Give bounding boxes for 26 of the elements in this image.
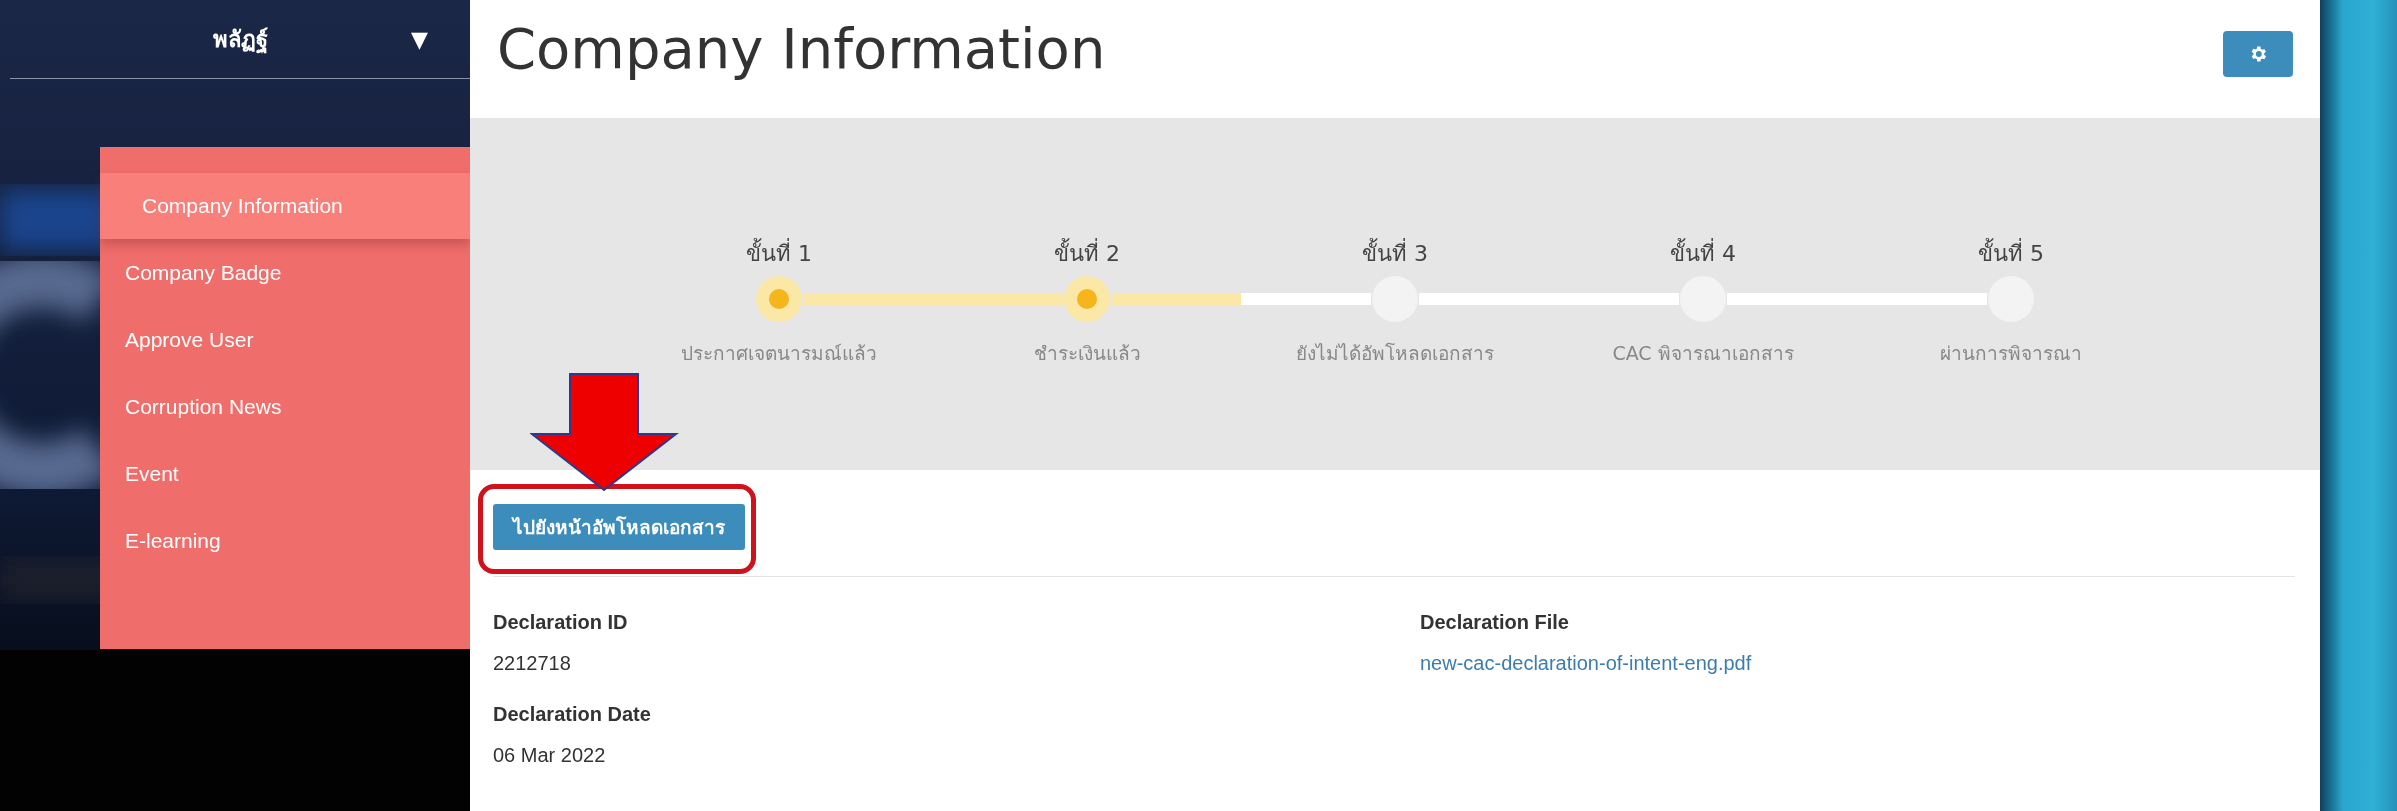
menu-item[interactable]: Approve User bbox=[100, 306, 470, 373]
dropdown-caret[interactable]: ▼ bbox=[411, 26, 428, 52]
menu-item[interactable]: Company Badge bbox=[100, 239, 470, 306]
step-caption: CAC พิจารณาเอกสาร bbox=[1612, 341, 1794, 366]
field-value: 06 Mar 2022 bbox=[493, 744, 607, 767]
field-value: 2212718 bbox=[493, 652, 572, 675]
upload-page-button[interactable]: ไปยังหน้าอัพโหลดเอกสาร bbox=[493, 504, 745, 550]
menu-item[interactable]: Event bbox=[100, 440, 470, 507]
step-label: ขั้นที่ 3 bbox=[1362, 236, 1428, 276]
step-label: ขั้นที่ 2 bbox=[1054, 236, 1120, 276]
step-label: ขั้นที่ 5 bbox=[1978, 236, 2044, 276]
field-label: Declaration File bbox=[1420, 611, 1570, 634]
step-caption: ยังไม่ได้อัพโหลดเอกสาร bbox=[1296, 341, 1494, 366]
field-label: Declaration ID bbox=[493, 611, 629, 634]
menu-item[interactable]: Company Information bbox=[100, 173, 470, 239]
step-caption: ชำระเงินแล้ว bbox=[1033, 341, 1141, 366]
file-link[interactable]: new-cac-declaration-of-intent-eng.pdf bbox=[1420, 652, 2295, 675]
menu-item[interactable]: E-learning bbox=[100, 507, 470, 574]
field-label: Declaration Date bbox=[493, 703, 652, 726]
step-caption: ผ่านการพิจารณา bbox=[1940, 341, 2082, 366]
step-label: ขั้นที่ 4 bbox=[1670, 236, 1736, 276]
page-title: Company Information bbox=[497, 15, 1106, 81]
menu-item[interactable]: Corruption News bbox=[100, 373, 470, 440]
step-label: ขั้นที่ 1 bbox=[746, 236, 812, 276]
user-name[interactable]: พลัฏฐ์ bbox=[212, 21, 268, 57]
step-caption: ประกาศเจตนารมณ์แล้ว bbox=[681, 341, 877, 366]
